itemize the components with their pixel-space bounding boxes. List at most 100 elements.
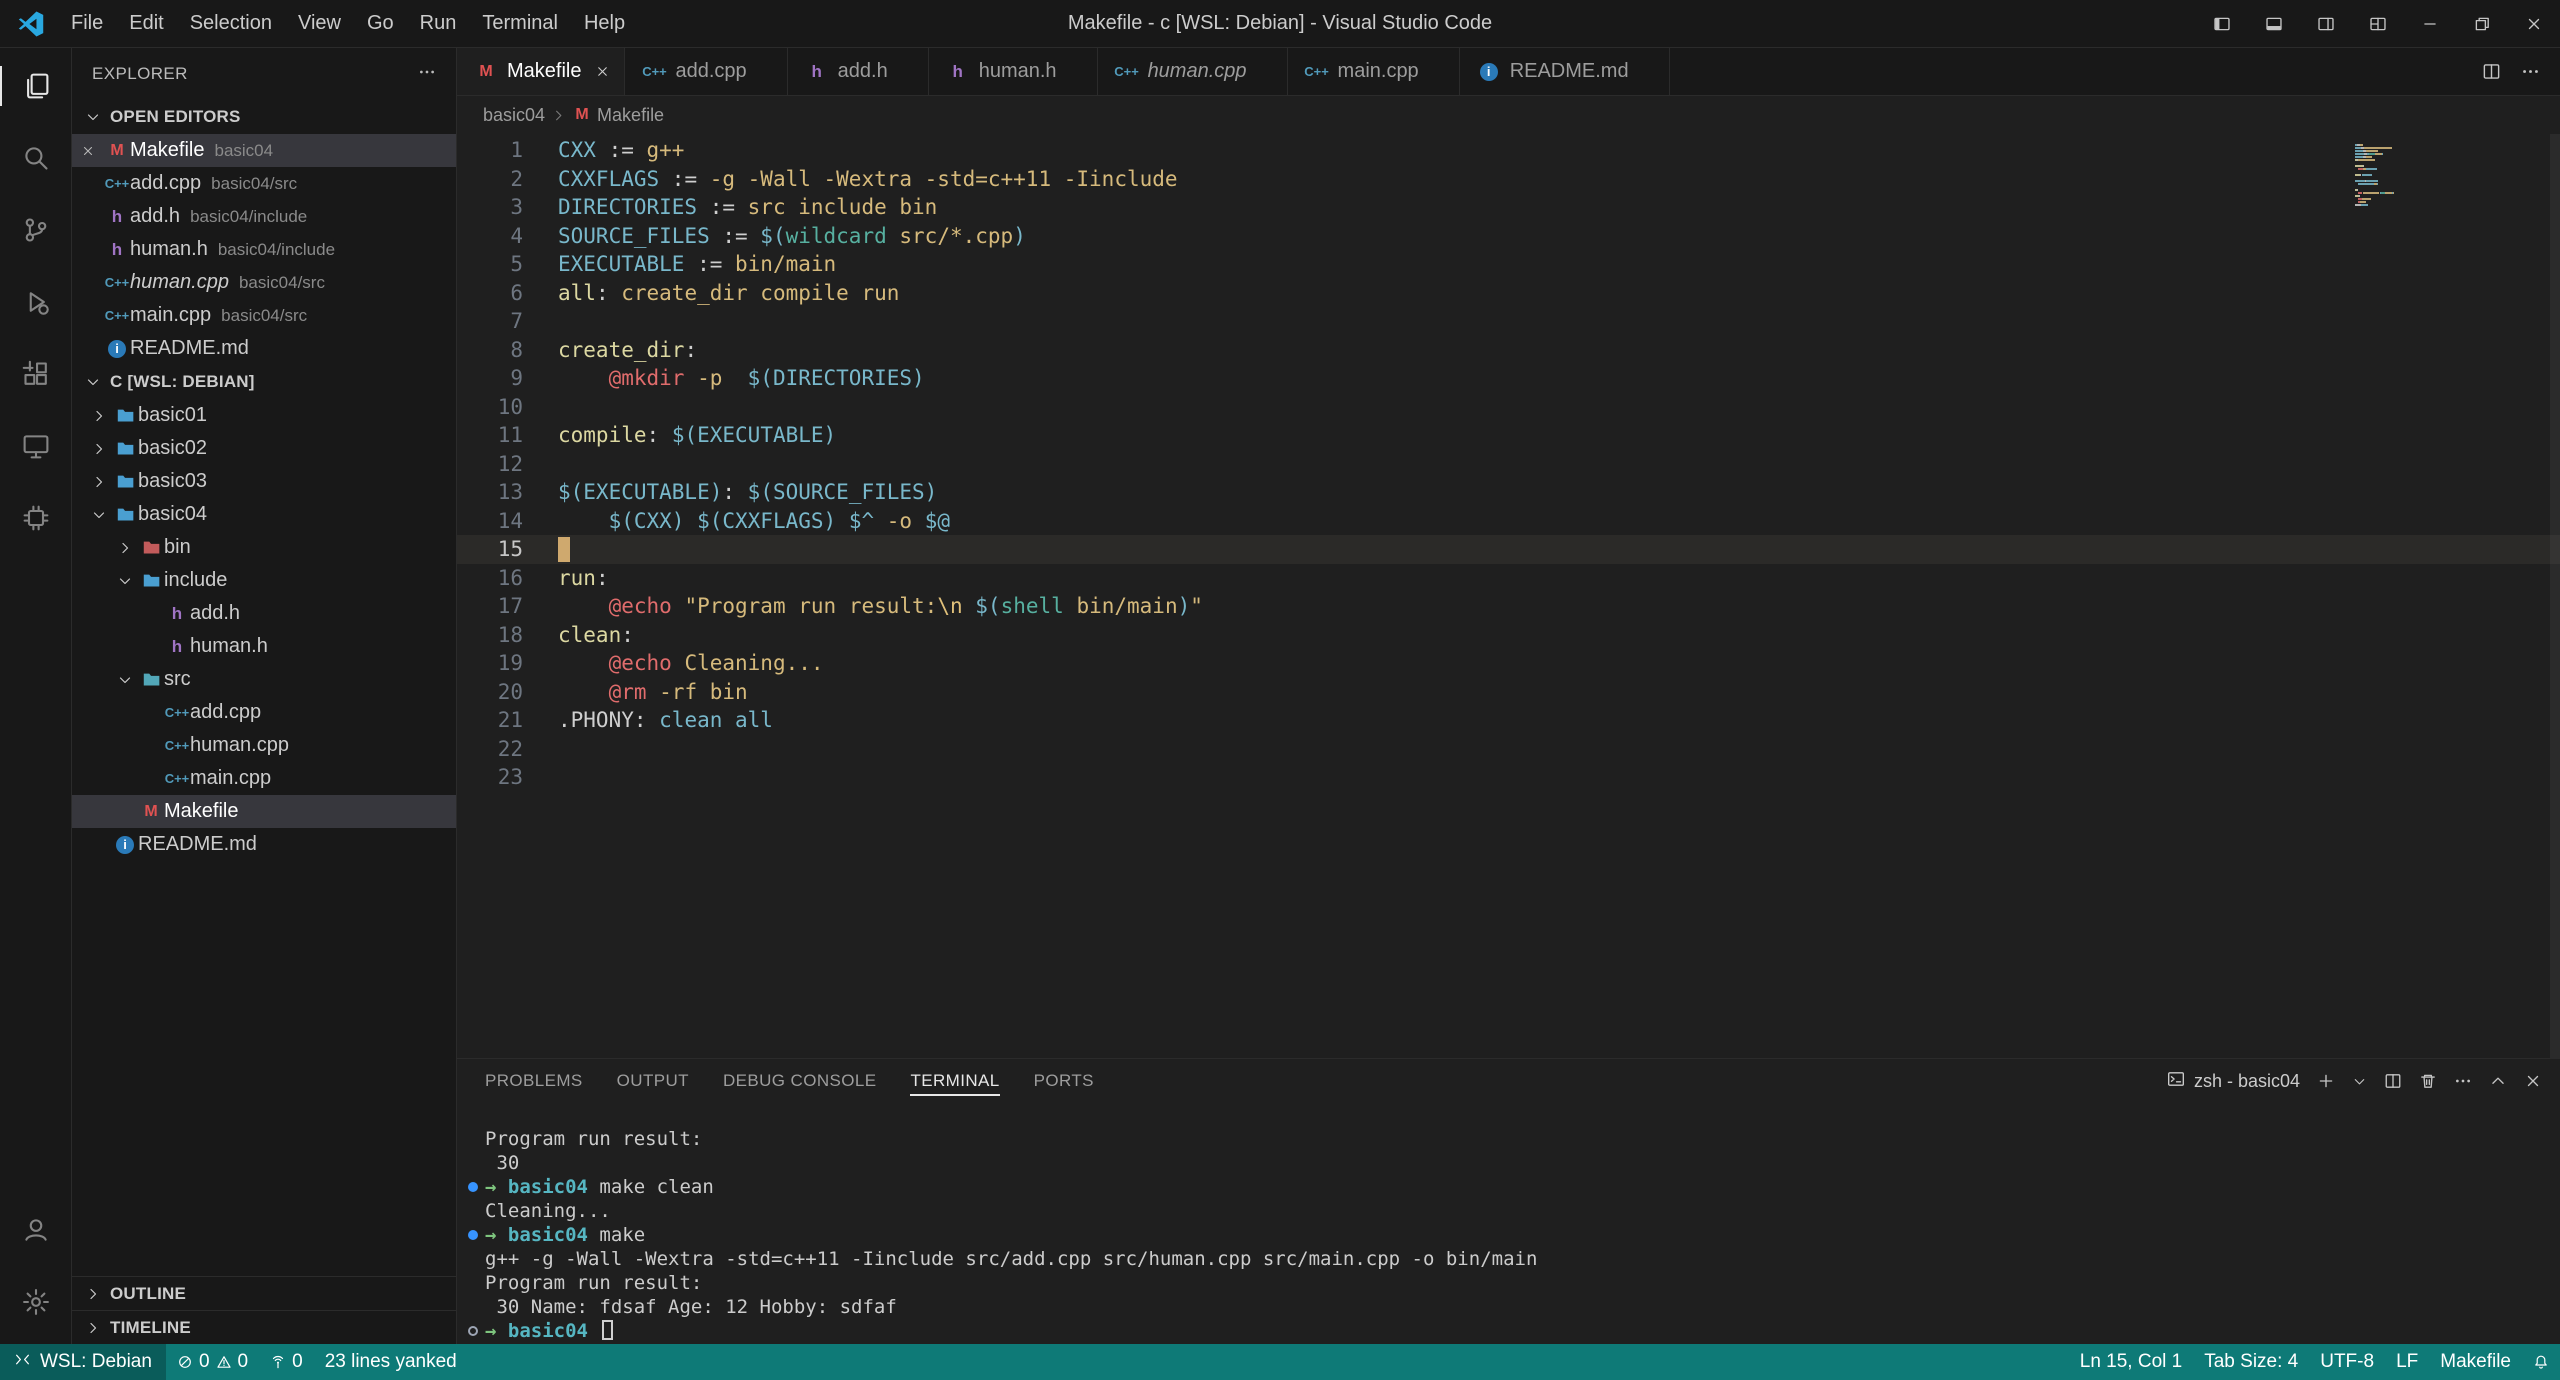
code-line-10[interactable]: 10 (457, 393, 2560, 422)
code-line-11[interactable]: 11compile: $(EXECUTABLE) (457, 421, 2560, 450)
panel-tab-output[interactable]: OUTPUT (617, 1059, 689, 1103)
tree-item-include[interactable]: include (72, 564, 456, 597)
code-line-9[interactable]: 9 @mkdir -p $(DIRECTORIES) (457, 364, 2560, 393)
code-line-1[interactable]: 1CXX := g++ (457, 136, 2560, 165)
status-cursor-position[interactable]: Ln 15, Col 1 (2069, 1344, 2193, 1380)
status-notifications[interactable] (2522, 1344, 2560, 1380)
tree-item-add.cpp[interactable]: C++add.cpp (72, 696, 456, 729)
menu-view[interactable]: View (285, 0, 354, 47)
code-line-3[interactable]: 3DIRECTORIES := src include bin (457, 193, 2560, 222)
code-line-18[interactable]: 18clean: (457, 621, 2560, 650)
status-eol[interactable]: LF (2385, 1344, 2429, 1380)
tree-item-main.cpp[interactable]: C++main.cpp (72, 762, 456, 795)
tree-item-basic04[interactable]: basic04 (72, 498, 456, 531)
tree-item-README.md[interactable]: iREADME.md (72, 828, 456, 861)
tree-item-basic01[interactable]: basic01 (72, 399, 456, 432)
activity-remote-explorer[interactable] (0, 410, 72, 482)
status-encoding[interactable]: UTF-8 (2309, 1344, 2385, 1380)
menu-go[interactable]: Go (354, 0, 407, 47)
more-terminal-actions-icon[interactable] (2454, 1072, 2472, 1090)
split-editor-icon[interactable] (2482, 62, 2501, 81)
tab-Makefile[interactable]: MMakefile (457, 48, 625, 95)
open-editor-human.cpp[interactable]: C++human.cppbasic04/src (72, 266, 456, 299)
panel-tab-problems[interactable]: PROBLEMS (485, 1059, 583, 1103)
command-decoration-dot[interactable] (468, 1182, 478, 1192)
outline-header[interactable]: OUTLINE (72, 1276, 456, 1310)
status-language-mode[interactable]: Makefile (2429, 1344, 2522, 1380)
open-editor-Makefile[interactable]: MMakefilebasic04 (72, 134, 456, 167)
tree-item-human.h[interactable]: hhuman.h (72, 630, 456, 663)
terminal-output[interactable]: Program run result: 30→ basic04 make cle… (457, 1103, 2560, 1344)
code-line-21[interactable]: 21.PHONY: clean all (457, 706, 2560, 735)
toggle-panel-button[interactable] (2248, 0, 2300, 47)
activity-explorer[interactable] (0, 50, 72, 122)
code-line-12[interactable]: 12 (457, 450, 2560, 479)
minimap[interactable] (2355, 144, 2475, 213)
kill-terminal-icon[interactable] (2419, 1072, 2437, 1090)
close-window-button[interactable] (2508, 0, 2560, 47)
code-line-13[interactable]: 13$(EXECUTABLE): $(SOURCE_FILES) (457, 478, 2560, 507)
tree-item-add.h[interactable]: hadd.h (72, 597, 456, 630)
tab-README.md[interactable]: iREADME.md (1460, 48, 1670, 95)
code-line-20[interactable]: 20 @rm -rf bin (457, 678, 2560, 707)
status-remote-indicator[interactable]: WSL: Debian (0, 1344, 166, 1380)
status-problems[interactable]: 00 (166, 1344, 259, 1380)
tree-item-src[interactable]: src (72, 663, 456, 696)
code-editor[interactable]: 1CXX := g++2CXXFLAGS := -g -Wall -Wextra… (457, 134, 2560, 1058)
code-line-7[interactable]: 7 (457, 307, 2560, 336)
close-panel-icon[interactable] (2524, 1072, 2542, 1090)
menu-file[interactable]: File (58, 0, 116, 47)
status-indentation[interactable]: Tab Size: 4 (2193, 1344, 2309, 1380)
code-line-14[interactable]: 14 $(CXX) $(CXXFLAGS) $^ -o $@ (457, 507, 2560, 536)
menu-terminal[interactable]: Terminal (469, 0, 571, 47)
code-line-4[interactable]: 4SOURCE_FILES := $(wildcard src/*.cpp) (457, 222, 2560, 251)
more-editor-actions-icon[interactable] (2521, 62, 2540, 81)
menu-edit[interactable]: Edit (116, 0, 176, 47)
menu-selection[interactable]: Selection (177, 0, 285, 47)
tab-main.cpp[interactable]: C++main.cpp (1288, 48, 1460, 95)
open-editor-add.h[interactable]: hadd.hbasic04/include (72, 200, 456, 233)
close-editor-icon[interactable] (81, 144, 95, 158)
code-line-23[interactable]: 23 (457, 763, 2560, 792)
split-terminal-icon[interactable] (2384, 1072, 2402, 1090)
panel-tab-terminal[interactable]: TERMINAL (910, 1059, 999, 1103)
close-tab-icon[interactable] (595, 64, 610, 79)
code-line-16[interactable]: 16run: (457, 564, 2560, 593)
menu-help[interactable]: Help (571, 0, 638, 47)
workspace-header[interactable]: C [WSL: DEBIAN] (72, 365, 456, 399)
menu-run[interactable]: Run (407, 0, 470, 47)
editor-scrollbar[interactable] (2550, 134, 2560, 1058)
activity-search[interactable] (0, 122, 72, 194)
code-line-8[interactable]: 8create_dir: (457, 336, 2560, 365)
tab-human.cpp[interactable]: C++human.cpp (1098, 48, 1288, 95)
timeline-header[interactable]: TIMELINE (72, 1310, 456, 1344)
code-line-5[interactable]: 5EXECUTABLE := bin/main (457, 250, 2560, 279)
activity-run-and-debug[interactable] (0, 266, 72, 338)
open-editor-main.cpp[interactable]: C++main.cppbasic04/src (72, 299, 456, 332)
code-line-15[interactable]: 15 (457, 535, 2560, 564)
status-forwarded-ports[interactable]: 0 (259, 1344, 314, 1380)
toggle-secondary-sidebar-button[interactable] (2300, 0, 2352, 47)
activity-source-control[interactable] (0, 194, 72, 266)
code-line-17[interactable]: 17 @echo "Program run result:\n $(shell … (457, 592, 2560, 621)
minimize-button[interactable] (2404, 0, 2456, 47)
customize-layout-button[interactable] (2352, 0, 2404, 47)
activity-accounts[interactable] (0, 1194, 72, 1266)
command-decoration-circle[interactable] (468, 1326, 478, 1336)
panel-tab-ports[interactable]: PORTS (1034, 1059, 1094, 1103)
terminal-picker[interactable]: zsh - basic04 (2167, 1070, 2300, 1093)
activity-extensions[interactable] (0, 338, 72, 410)
code-line-6[interactable]: 6all: create_dir compile run (457, 279, 2560, 308)
views-and-more-actions-icon[interactable] (418, 63, 436, 81)
open-editors-header[interactable]: OPEN EDITORS (72, 100, 456, 134)
status-vim-message[interactable]: 23 lines yanked (314, 1344, 468, 1380)
new-terminal-icon[interactable] (2317, 1072, 2335, 1090)
breadcrumb-Makefile[interactable]: MMakefile (572, 105, 664, 126)
tree-item-human.cpp[interactable]: C++human.cpp (72, 729, 456, 762)
breadcrumb-basic04[interactable]: basic04 (483, 105, 545, 126)
panel-tab-debug-console[interactable]: DEBUG CONSOLE (723, 1059, 877, 1103)
activity-settings[interactable] (0, 1266, 72, 1338)
open-editor-human.h[interactable]: hhuman.hbasic04/include (72, 233, 456, 266)
tree-item-basic03[interactable]: basic03 (72, 465, 456, 498)
tab-human.h[interactable]: hhuman.h (929, 48, 1098, 95)
